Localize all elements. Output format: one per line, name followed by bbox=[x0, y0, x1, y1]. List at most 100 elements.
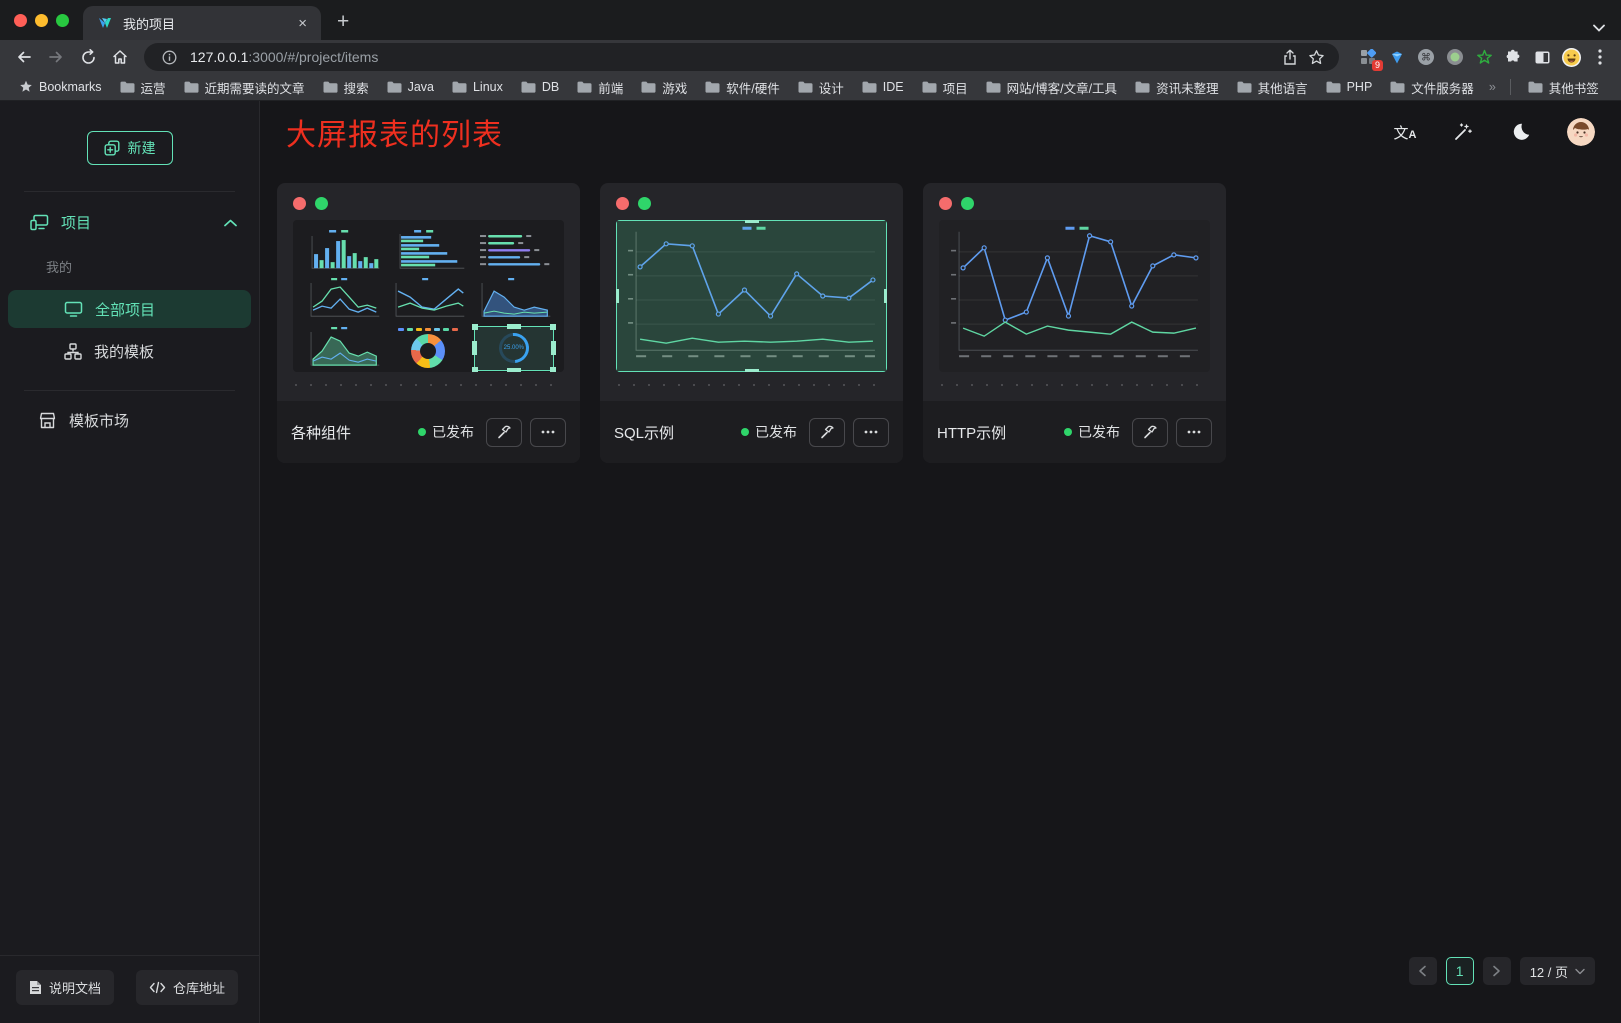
selection-overlay[interactable] bbox=[616, 220, 887, 372]
more-options-button[interactable] bbox=[853, 418, 889, 447]
next-page-button[interactable] bbox=[1483, 957, 1511, 985]
tab-search-chevron-icon[interactable] bbox=[1593, 24, 1605, 32]
bookmark-folder[interactable]: 软件/硬件 bbox=[698, 76, 786, 99]
mini-gauge-selected[interactable]: 25.00% bbox=[474, 326, 554, 370]
tab-close-icon[interactable]: × bbox=[294, 15, 311, 32]
extensions-row: 9 ⌘ bbox=[1349, 46, 1611, 68]
bookmark-folder[interactable]: 设计 bbox=[791, 76, 851, 99]
sidebar-menu-project[interactable]: 项目 bbox=[0, 192, 259, 243]
bookmark-folder[interactable]: PHP bbox=[1319, 76, 1380, 99]
main-content: 大屏报表的列表 文A bbox=[260, 101, 1621, 1023]
bookmark-folder[interactable]: 资讯未整理 bbox=[1128, 76, 1226, 99]
bookmark-folder[interactable]: 运营 bbox=[113, 76, 173, 99]
address-bar[interactable]: 127.0.0.1:3000/#/project/items bbox=[144, 43, 1339, 71]
bookmarks-overflow-chevron[interactable]: » bbox=[1485, 80, 1500, 94]
project-card-http[interactable]: HTTP示例 已发布 bbox=[923, 183, 1226, 463]
page-size-select[interactable]: 12 / 页 bbox=[1520, 957, 1595, 985]
app-root: 新建 项目 我的 全部项目 bbox=[0, 101, 1621, 1023]
share-icon[interactable] bbox=[1277, 44, 1303, 70]
reload-button[interactable] bbox=[74, 43, 102, 71]
language-icon[interactable]: 文A bbox=[1393, 120, 1417, 144]
more-options-button[interactable] bbox=[530, 418, 566, 447]
repo-button[interactable]: 仓库地址 bbox=[136, 970, 238, 1005]
home-button[interactable] bbox=[106, 43, 134, 71]
red-dot bbox=[293, 197, 306, 210]
prev-page-button[interactable] bbox=[1409, 957, 1437, 985]
new-project-button[interactable]: 新建 bbox=[87, 131, 173, 165]
other-bookmarks[interactable]: 其他书签 bbox=[1521, 76, 1606, 99]
magic-wand-icon[interactable] bbox=[1451, 120, 1475, 144]
page-number-1[interactable]: 1 bbox=[1446, 957, 1474, 985]
bookmark-folder[interactable]: 近期需要读的文章 bbox=[177, 76, 312, 99]
mini-line-chart-1 bbox=[303, 277, 383, 321]
bookmark-folder[interactable]: Linux bbox=[445, 76, 510, 99]
sidebar-item-template-market[interactable]: 模板市场 bbox=[8, 401, 251, 439]
bookmark-folder[interactable]: DB bbox=[514, 76, 566, 99]
bookmark-folder[interactable]: 文件服务器 bbox=[1383, 76, 1481, 99]
mini-hline-chart bbox=[474, 228, 554, 272]
chevron-up-icon[interactable] bbox=[224, 219, 237, 227]
folder-icon bbox=[577, 81, 592, 93]
user-avatar[interactable] bbox=[1567, 118, 1595, 146]
extension-command-icon[interactable]: ⌘ bbox=[1415, 46, 1437, 68]
donut-legend bbox=[398, 328, 458, 331]
bookmark-folder-label: DB bbox=[542, 80, 559, 94]
bookmark-folder[interactable]: 前端 bbox=[570, 76, 630, 99]
bookmark-folder[interactable]: 项目 bbox=[915, 76, 975, 99]
extension-record-icon[interactable] bbox=[1444, 46, 1466, 68]
folder-icon bbox=[986, 81, 1001, 93]
minimize-window-button[interactable] bbox=[35, 14, 48, 27]
project-card-components[interactable]: 25.00% 各种组件 已发布 bbox=[277, 183, 580, 463]
bookmark-folder[interactable]: Java bbox=[380, 76, 441, 99]
favicon-goview bbox=[97, 15, 113, 31]
bookmark-folder[interactable]: 其他语言 bbox=[1230, 76, 1315, 99]
url-text[interactable]: 127.0.0.1:3000/#/project/items bbox=[190, 49, 1277, 65]
bookmark-folder[interactable]: 游戏 bbox=[634, 76, 694, 99]
edit-hammer-button[interactable] bbox=[1132, 418, 1168, 447]
extensions-puzzle-icon[interactable] bbox=[1502, 46, 1524, 68]
close-window-button[interactable] bbox=[14, 14, 27, 27]
docs-button[interactable]: 说明文档 bbox=[16, 970, 114, 1005]
dark-mode-moon-icon[interactable] bbox=[1509, 120, 1533, 144]
back-button[interactable] bbox=[10, 43, 38, 71]
profile-avatar-emoji[interactable] bbox=[1560, 46, 1582, 68]
extension-grid-icon[interactable]: 9 bbox=[1357, 46, 1379, 68]
bookmark-folder-label: IDE bbox=[883, 80, 904, 94]
folder-icon bbox=[705, 81, 720, 93]
sidebar-item-my-templates[interactable]: 我的模板 bbox=[8, 332, 251, 370]
more-options-button[interactable] bbox=[1176, 418, 1212, 447]
bookmark-folder-label: 文件服务器 bbox=[1411, 78, 1474, 97]
bookmarks-manager[interactable]: Bookmarks bbox=[12, 78, 109, 96]
folder-icon bbox=[387, 81, 402, 93]
project-thumbnail-sql[interactable] bbox=[616, 220, 887, 372]
bookmark-folder-label: 搜索 bbox=[344, 78, 369, 97]
window-controls[interactable] bbox=[0, 0, 83, 40]
edit-hammer-button[interactable] bbox=[486, 418, 522, 447]
bookmark-folder-label: 网站/博客/文章/工具 bbox=[1007, 78, 1117, 97]
card-footer: 各种组件 已发布 bbox=[277, 401, 580, 463]
extension-star-icon[interactable] bbox=[1473, 46, 1495, 68]
page-header: 大屏报表的列表 文A bbox=[260, 101, 1621, 163]
edit-hammer-button[interactable] bbox=[809, 418, 845, 447]
side-panel-icon[interactable] bbox=[1531, 46, 1553, 68]
project-thumbnail-components[interactable]: 25.00% bbox=[293, 220, 564, 372]
bookmark-folder[interactable]: IDE bbox=[855, 76, 911, 99]
template-flow-icon bbox=[64, 343, 82, 360]
bookmark-star-icon[interactable] bbox=[1303, 44, 1329, 70]
folder-icon bbox=[922, 81, 937, 93]
forward-button[interactable] bbox=[42, 43, 70, 71]
browser-tab[interactable]: 我的项目 × bbox=[83, 6, 321, 40]
site-info-icon[interactable] bbox=[156, 44, 182, 70]
status-badge: 已发布 bbox=[418, 422, 474, 442]
new-tab-button[interactable]: + bbox=[321, 10, 365, 40]
bookmarks-star-icon bbox=[19, 80, 33, 94]
sidebar-item-all-projects[interactable]: 全部项目 bbox=[8, 290, 251, 328]
maximize-window-button[interactable] bbox=[56, 14, 69, 27]
bookmark-folder[interactable]: 搜索 bbox=[316, 76, 376, 99]
status-badge: 已发布 bbox=[741, 422, 797, 442]
project-thumbnail-http[interactable] bbox=[939, 220, 1210, 372]
extension-gem-icon[interactable] bbox=[1386, 46, 1408, 68]
browser-menu-icon[interactable] bbox=[1589, 46, 1611, 68]
bookmark-folder[interactable]: 网站/博客/文章/工具 bbox=[979, 76, 1124, 99]
project-card-sql[interactable]: SQL示例 已发布 bbox=[600, 183, 903, 463]
